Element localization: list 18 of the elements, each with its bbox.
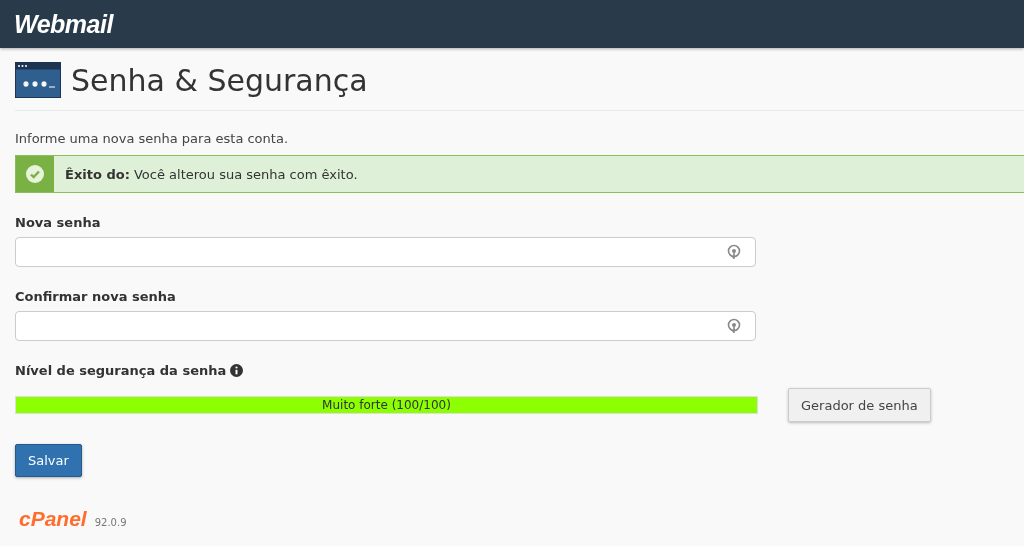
key-icon[interactable] [727,244,741,260]
save-button[interactable]: Salvar [15,444,82,477]
alert-message: Êxito do: Você alterou sua senha com êxito. [64,166,358,182]
version-text: 92.0.9 [94,517,127,530]
page-title: Senha & Segurança [71,62,368,98]
strength-label: Nível de segurança da senha [15,363,227,378]
password-window-icon [15,62,61,98]
password-field[interactable] [15,237,756,267]
intro-text: Informe uma nova senha para esta conta. [15,131,289,146]
key-icon[interactable] [727,318,741,334]
password-field[interactable] [15,311,756,341]
info-icon[interactable] [230,364,244,377]
field-label: Nova senha [15,215,102,230]
password-generator-button[interactable]: Gerador de senha [788,388,931,422]
strength-reading: Muito forte (100/100) [321,397,452,413]
webmail-logo[interactable]: Webmail [14,9,113,39]
field-label: Confirmar nova senha [15,289,177,304]
check-icon [26,165,44,183]
